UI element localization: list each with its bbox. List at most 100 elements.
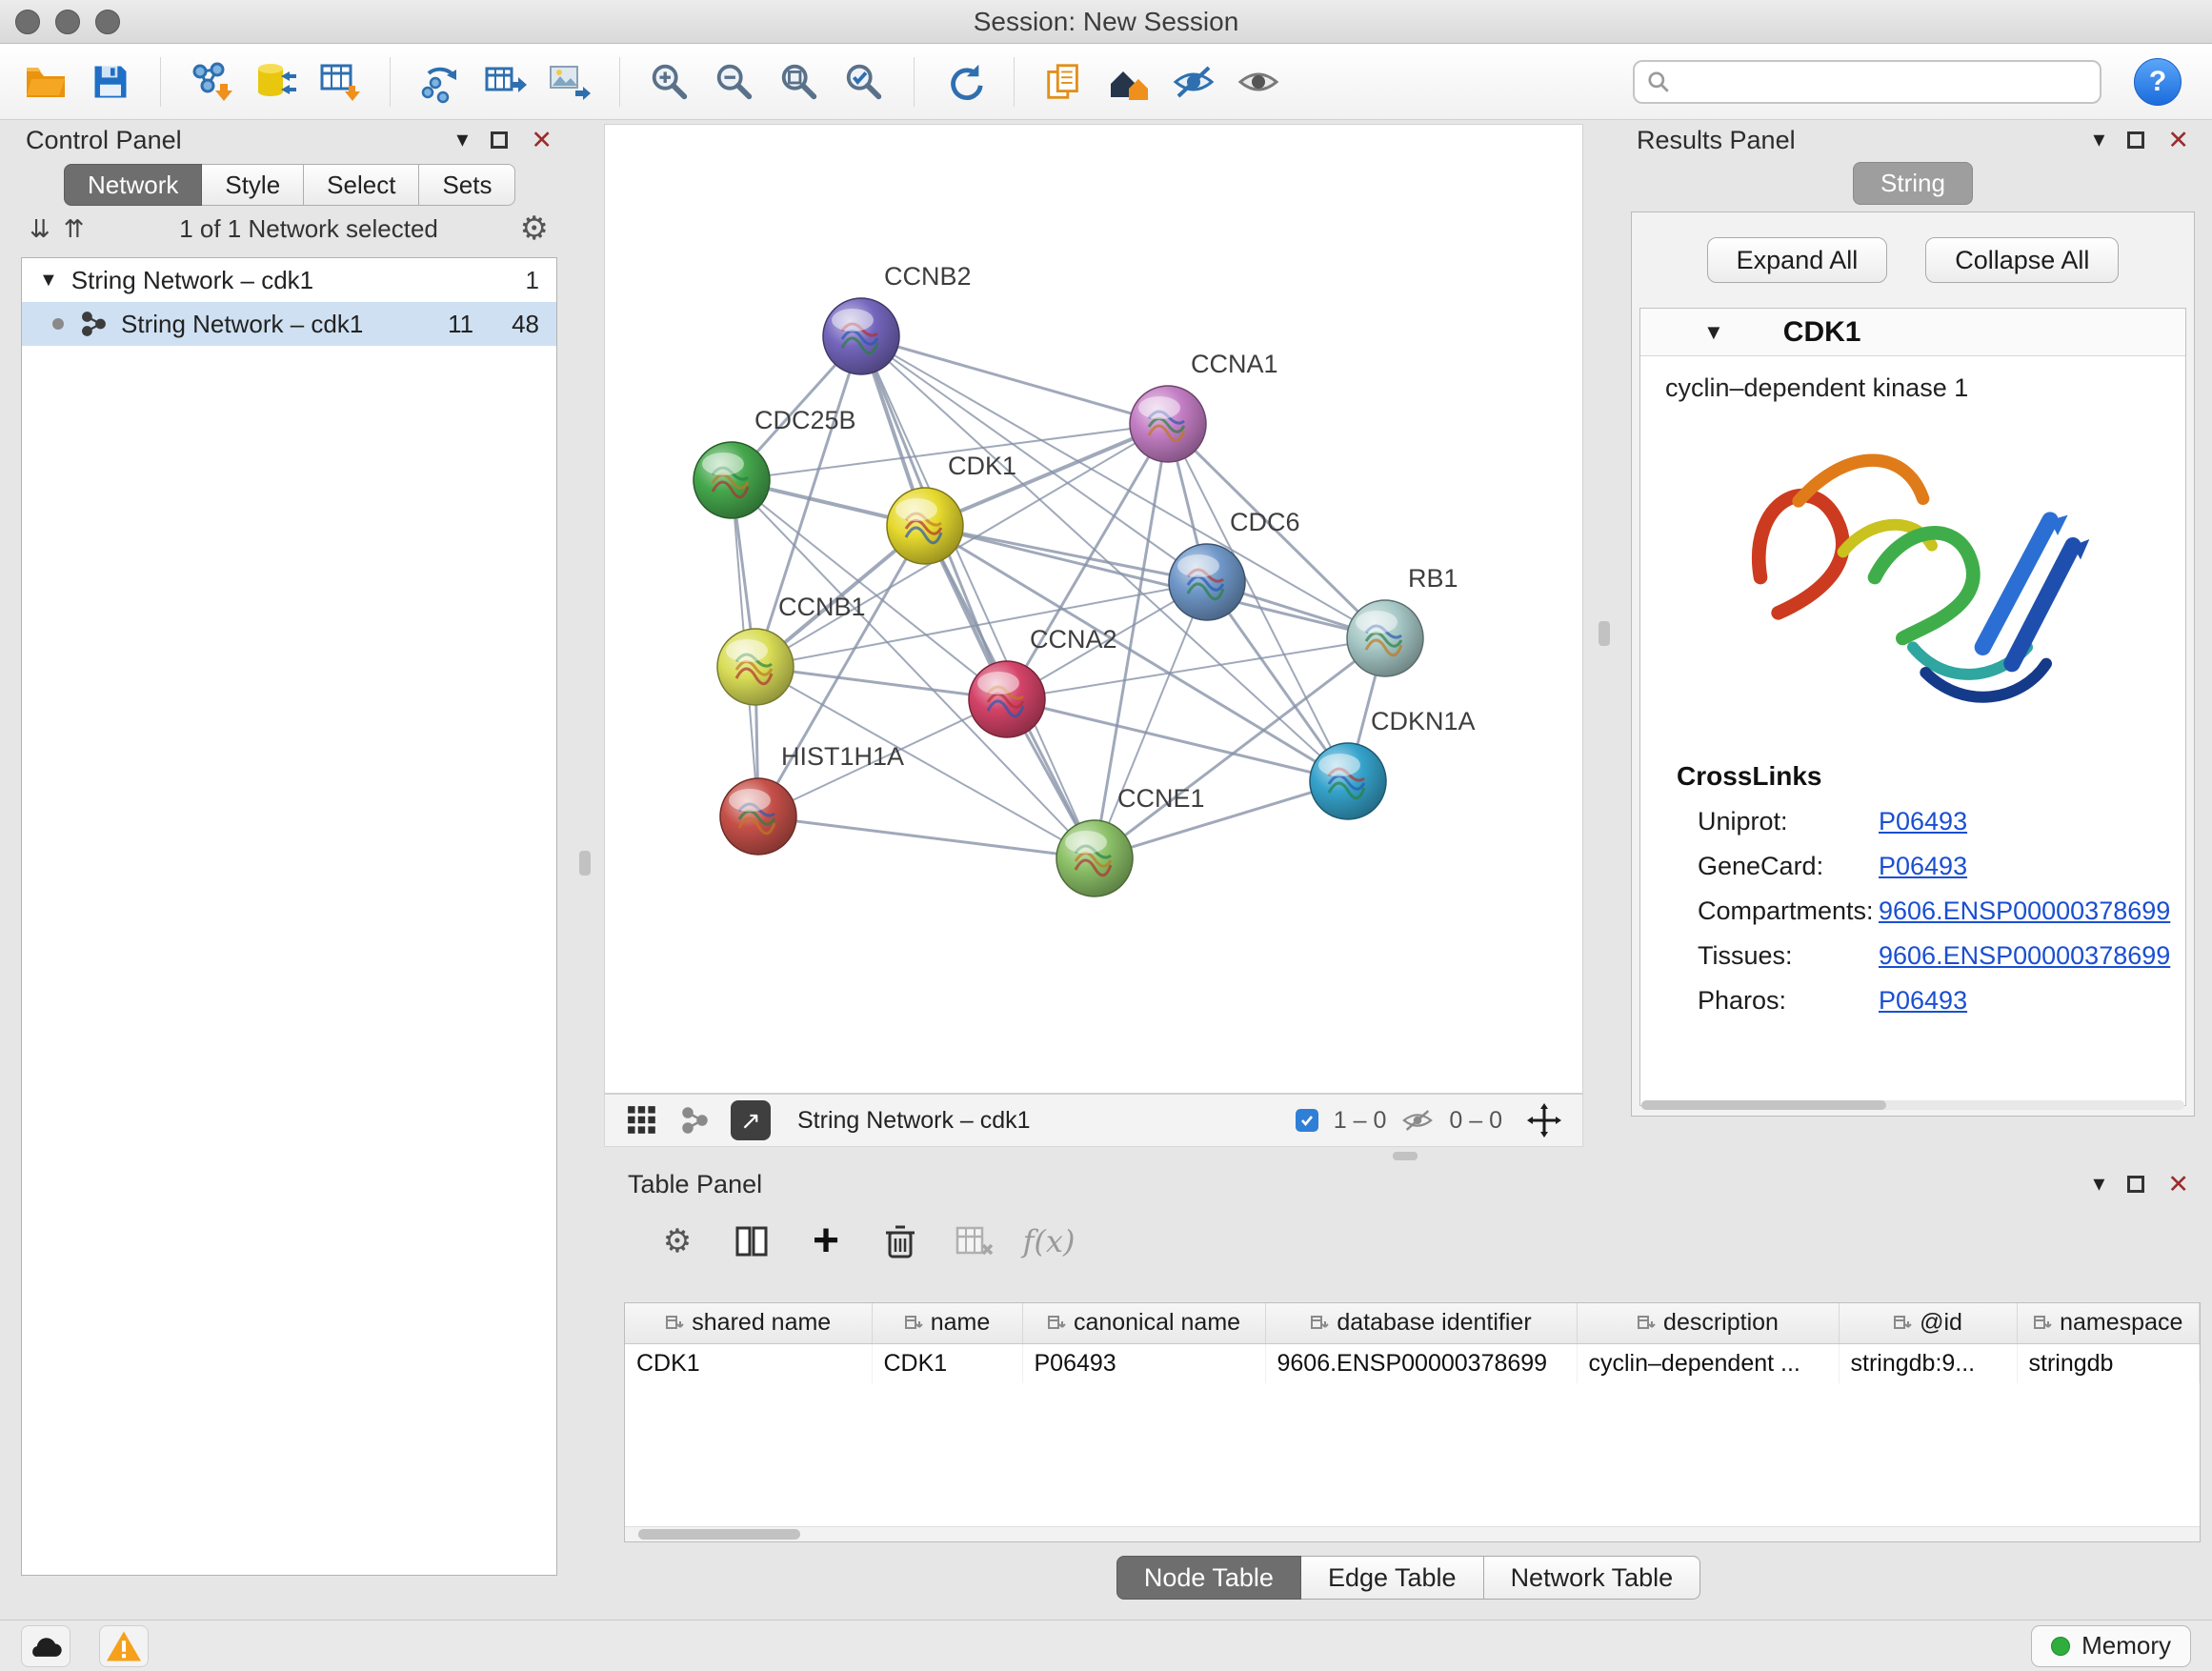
collapse-all-icon[interactable]: ⇊ — [30, 214, 50, 244]
close-panel-icon[interactable]: ✕ — [2167, 128, 2189, 153]
export-network-button[interactable] — [412, 53, 469, 111]
node-CCNA1[interactable] — [1130, 386, 1206, 462]
edge-CCNB2-CCNE1[interactable] — [861, 336, 1095, 858]
column-header-namespace[interactable]: namespace — [2017, 1303, 2200, 1343]
birdseye-toggle-button[interactable]: ↗ — [731, 1100, 771, 1140]
help-button[interactable]: ? — [2134, 58, 2182, 106]
home-view-button[interactable] — [1100, 53, 1157, 111]
float-panel-icon[interactable] — [2127, 131, 2144, 149]
clone-network-button[interactable] — [1036, 53, 1093, 111]
export-table-button[interactable] — [476, 53, 533, 111]
crosslink-compartments-link[interactable]: 9606.ENSP00000378699 — [1879, 896, 2170, 926]
expand-all-icon[interactable]: ⇈ — [64, 214, 85, 244]
section-collapse-icon[interactable]: ▼ — [1703, 320, 1724, 345]
edge-CCNB2-RB1[interactable] — [861, 336, 1385, 638]
tab-edge-table[interactable]: Edge Table — [1301, 1556, 1484, 1600]
import-network-file-button[interactable] — [182, 53, 239, 111]
table-settings-button[interactable]: ⚙ — [654, 1218, 700, 1264]
gear-icon[interactable]: ⚙ — [520, 212, 549, 245]
open-session-button[interactable] — [17, 53, 74, 111]
results-scrollbar[interactable] — [1641, 1100, 2184, 1110]
crosslink-uniprot-link[interactable]: P06493 — [1879, 807, 1967, 836]
vertical-splitter-handle[interactable] — [579, 851, 591, 876]
node-CCNA2[interactable] — [969, 661, 1045, 737]
tab-style[interactable]: Style — [202, 164, 304, 206]
refresh-view-button[interactable] — [935, 53, 993, 111]
network-item-row[interactable]: String Network – cdk1 11 48 — [22, 302, 556, 346]
gene-section-header[interactable]: ▼ CDK1 — [1640, 309, 2185, 356]
add-column-button[interactable]: + — [803, 1218, 849, 1264]
node-RB1[interactable] — [1347, 600, 1423, 676]
expand-all-button[interactable]: Expand All — [1707, 237, 1888, 283]
table-row[interactable]: CDK1 CDK1 P06493 9606.ENSP00000378699 cy… — [625, 1343, 2200, 1383]
export-image-button[interactable] — [541, 53, 598, 111]
chevron-down-icon[interactable]: ▾ — [456, 129, 468, 151]
column-header-name[interactable]: name — [872, 1303, 1022, 1343]
tab-network-table[interactable]: Network Table — [1484, 1556, 1701, 1600]
node-CDKN1A[interactable] — [1310, 743, 1386, 819]
network-view[interactable]: CCNB2CCNA1CDC25BCDK1CDC6RB1CCNB1CCNA2CDK… — [604, 124, 1583, 1094]
grid-view-icon[interactable] — [626, 1104, 658, 1137]
crosslink-pharos-link[interactable]: P06493 — [1879, 986, 1967, 1016]
column-header-description[interactable]: description — [1577, 1303, 1839, 1343]
vertical-splitter-handle[interactable] — [1599, 621, 1610, 646]
warnings-button[interactable] — [99, 1625, 149, 1667]
tab-sets[interactable]: Sets — [419, 164, 515, 206]
node-HIST1H1A[interactable] — [720, 778, 796, 855]
crosshair-icon[interactable] — [1527, 1103, 1561, 1137]
search-box[interactable] — [1633, 60, 2101, 104]
tab-network[interactable]: Network — [64, 164, 202, 206]
tree-expand-icon[interactable]: ▼ — [39, 270, 58, 292]
cloud-status-button[interactable] — [21, 1625, 70, 1667]
share-network-icon[interactable] — [679, 1105, 710, 1136]
import-table-button[interactable] — [312, 53, 369, 111]
column-header-id[interactable]: @id — [1839, 1303, 2017, 1343]
edge-HIST1H1A-CCNE1[interactable] — [758, 816, 1095, 858]
hide-selected-button[interactable] — [1165, 53, 1222, 111]
edge-CCNB2-CCNA1[interactable] — [861, 336, 1168, 424]
tab-node-table[interactable]: Node Table — [1116, 1556, 1301, 1600]
column-header-canonical-name[interactable]: canonical name — [1022, 1303, 1265, 1343]
selected-checkbox-icon[interactable] — [1296, 1109, 1318, 1132]
import-network-database-button[interactable] — [247, 53, 304, 111]
column-header-shared-name[interactable]: shared name — [625, 1303, 872, 1343]
zoom-selected-button[interactable] — [835, 53, 893, 111]
zoom-in-button[interactable] — [641, 53, 698, 111]
table-clear-icon — [955, 1224, 995, 1258]
edge-CCNA2-CDKN1A[interactable] — [1007, 699, 1348, 781]
scrollbar-thumb[interactable] — [638, 1529, 800, 1540]
collapse-all-button[interactable]: Collapse All — [1925, 237, 2119, 283]
node-CDC6[interactable] — [1169, 544, 1245, 620]
tab-string[interactable]: String — [1853, 162, 1973, 205]
node-CCNB2[interactable] — [823, 298, 899, 374]
function-builder-button[interactable]: f(x) — [1026, 1218, 1072, 1264]
table-horizontal-scrollbar[interactable] — [625, 1526, 2200, 1541]
node-CDC25B[interactable] — [694, 442, 770, 518]
chevron-down-icon[interactable]: ▾ — [2093, 129, 2104, 151]
zoom-out-button[interactable] — [706, 53, 763, 111]
network-collection-row[interactable]: ▼ String Network – cdk1 1 — [22, 258, 556, 302]
show-all-button[interactable] — [1230, 53, 1287, 111]
column-header-database-identifier[interactable]: database identifier — [1265, 1303, 1577, 1343]
horizontal-splitter-handle[interactable] — [1393, 1152, 1418, 1160]
node-CDK1[interactable] — [887, 488, 963, 564]
node-CCNB1[interactable] — [717, 629, 794, 705]
zoom-fit-button[interactable] — [771, 53, 828, 111]
clear-table-button[interactable] — [952, 1218, 997, 1264]
scrollbar-thumb[interactable] — [1641, 1100, 1886, 1110]
node-CCNE1[interactable] — [1056, 820, 1133, 896]
close-panel-icon[interactable]: ✕ — [2167, 1172, 2189, 1198]
search-input[interactable] — [1680, 68, 2088, 95]
show-columns-button[interactable] — [729, 1218, 774, 1264]
crosslink-genecard-link[interactable]: P06493 — [1879, 852, 1967, 881]
tab-select[interactable]: Select — [304, 164, 419, 206]
crosslink-tissues-link[interactable]: 9606.ENSP00000378699 — [1879, 941, 2170, 971]
network-graph[interactable]: CCNB2CCNA1CDC25BCDK1CDC6RB1CCNB1CCNA2CDK… — [605, 125, 1582, 1093]
memory-button[interactable]: Memory — [2031, 1625, 2191, 1667]
close-panel-icon[interactable]: ✕ — [531, 128, 553, 153]
save-session-button[interactable] — [82, 53, 139, 111]
float-panel-icon[interactable] — [491, 131, 508, 149]
chevron-down-icon[interactable]: ▾ — [2093, 1173, 2104, 1196]
float-panel-icon[interactable] — [2127, 1176, 2144, 1193]
delete-column-button[interactable] — [877, 1218, 923, 1264]
